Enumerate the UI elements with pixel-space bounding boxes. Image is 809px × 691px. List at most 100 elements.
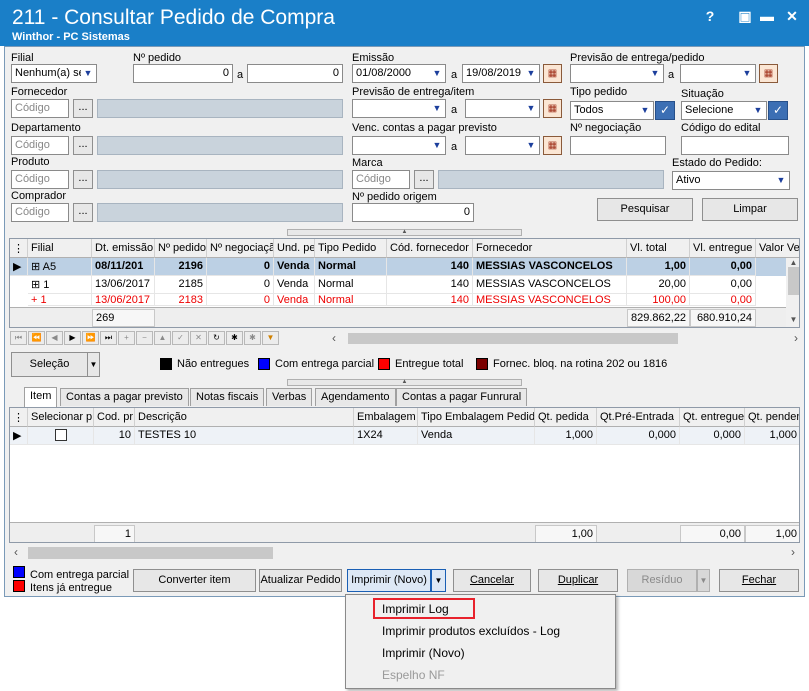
col-header[interactable]: Qt. pendente [745,408,799,427]
previsao-item-from[interactable]: ▼ [352,99,446,118]
nav-post-icon[interactable]: ✓ [172,331,189,345]
calendar-icon[interactable]: ▦ [543,99,562,118]
nav-last-icon[interactable]: ⏭ [100,331,117,345]
menu-item-imprimir-novo[interactable]: Imprimir (Novo) [382,646,465,660]
col-header[interactable]: Dt. emissão [92,239,155,258]
nav-goto-bookmark-icon[interactable]: ✱ [244,331,261,345]
nav-delete-icon[interactable]: − [136,331,153,345]
nav-next-page-icon[interactable]: ⏩ [82,331,99,345]
nav-refresh-icon[interactable]: ↻ [208,331,225,345]
calendar-icon[interactable]: ▦ [543,64,562,83]
venc-from[interactable]: ▼ [352,136,446,155]
imprimir-novo-button[interactable]: Imprimir (Novo) [347,569,431,592]
scroll-left-icon[interactable]: ‹ [332,331,336,345]
previsao-pedido-to[interactable]: ▼ [680,64,756,83]
scroll-thumb[interactable] [348,333,678,344]
nav-bookmark-icon[interactable]: ✱ [226,331,243,345]
situacao-check-icon[interactable]: ✓ [768,101,788,120]
tipo-pedido-select[interactable]: Todos ▼ [570,101,654,120]
col-header[interactable]: Tipo Pedido [315,239,387,258]
calendar-icon[interactable]: ▦ [759,64,778,83]
pedido-from-input[interactable]: 0 [133,64,233,83]
scroll-thumb[interactable] [788,267,799,295]
converter-item-button[interactable]: Converter item [133,569,256,592]
pedido-to-input[interactable]: 0 [247,64,343,83]
tipo-pedido-check-icon[interactable]: ✓ [655,101,675,120]
tab-notas-fiscais[interactable]: Notas fiscais [190,388,265,406]
previsao-pedido-from[interactable]: ▼ [570,64,664,83]
menu-item-imprimir-log[interactable]: Imprimir Log [382,602,449,616]
residuo-dropdown-icon[interactable]: ▼ [697,569,710,592]
imprimir-dropdown-icon[interactable]: ▼ [431,569,446,592]
nav-prev-page-icon[interactable]: ⏪ [28,331,45,345]
nav-cancel-icon[interactable]: ✕ [190,331,207,345]
emissao-from-input[interactable]: 01/08/2000 ▼ [352,64,446,83]
col-header[interactable]: Nº pedido [155,239,207,258]
col-header[interactable]: Und. pe [274,239,315,258]
col-header[interactable]: Qt. pedida [535,408,597,427]
menu-item-espelho-nf[interactable]: Espelho NF [382,668,445,682]
restore-icon[interactable]: ▣ [735,6,755,26]
expand-icon[interactable]: ⊞ [31,279,40,291]
selecao-button[interactable]: Seleção [11,352,88,377]
col-header[interactable]: Descrição [135,408,354,427]
comprador-code-input[interactable]: Código [11,203,69,222]
marca-code-input[interactable]: Código [352,170,410,189]
expand-icon[interactable]: ⊞ [31,261,40,273]
tab-funrural[interactable]: Contas a pagar Funrural [396,388,528,406]
nav-edit-icon[interactable]: ▲ [154,331,171,345]
departamento-search-button[interactable]: ... [73,136,93,155]
col-header[interactable]: Selecionar p [28,408,94,427]
atualizar-pedido-button[interactable]: Atualizar Pedido [259,569,342,592]
cancelar-button[interactable]: Cancelar [453,569,531,592]
menu-item-produtos-excluidos[interactable]: Imprimir produtos excluídos - Log [382,624,560,638]
nav-first-icon[interactable]: ⏮ [10,331,27,345]
col-header[interactable]: Filial [28,239,92,258]
tab-agendamento[interactable]: Agendamento [315,388,396,406]
calendar-icon[interactable]: ▦ [543,136,562,155]
tab-verbas[interactable]: Verbas [266,388,313,406]
residuo-button[interactable]: Resíduo [627,569,697,592]
select-checkbox[interactable] [54,429,67,441]
duplicar-button[interactable]: Duplicar [538,569,618,592]
col-header[interactable]: Tipo Embalagem Pedido [418,408,535,427]
pesquisar-button[interactable]: Pesquisar [597,198,693,221]
vertical-scrollbar[interactable]: ▲ ▼ [786,258,799,327]
tab-contas-pagar[interactable]: Contas a pagar previsto [60,388,189,406]
fornecedor-search-button[interactable]: ... [73,99,93,118]
col-header[interactable]: Vl. total [627,239,690,258]
limpar-button[interactable]: Limpar [702,198,798,221]
filial-select[interactable]: Nenhum(a) se ▼ [11,64,97,83]
horizontal-scrollbar[interactable]: ‹ › [10,545,799,561]
nav-next-icon[interactable]: ▶ [64,331,81,345]
emissao-to-input[interactable]: 19/08/2019 ▼ [462,64,540,83]
col-header[interactable]: Embalagem [354,408,418,427]
edital-input[interactable] [681,136,789,155]
grid-menu-icon[interactable]: ⋮ [10,239,28,258]
produto-code-input[interactable]: Código [11,170,69,189]
comprador-search-button[interactable]: ... [73,203,93,222]
scroll-up-icon[interactable]: ▲ [786,258,799,267]
col-header[interactable]: Qt.Pré-Entrada [597,408,680,427]
scroll-left-icon[interactable]: ‹ [14,545,18,559]
col-header[interactable]: Cód. fornecedor [387,239,473,258]
negociacao-input[interactable] [570,136,666,155]
nav-insert-icon[interactable]: + [118,331,135,345]
scroll-thumb[interactable] [28,547,273,559]
col-header[interactable]: Vl. entregue [690,239,756,258]
col-header[interactable]: Qt. entregue [680,408,745,427]
departamento-code-input[interactable]: Código [11,136,69,155]
splitter-handle[interactable]: ▲ [287,379,522,386]
venc-to[interactable]: ▼ [465,136,540,155]
scroll-right-icon[interactable]: › [794,331,798,345]
previsao-item-to[interactable]: ▼ [465,99,540,118]
grid-menu-icon[interactable]: ⋮ [10,408,28,427]
help-icon[interactable]: ? [700,6,720,26]
tab-item[interactable]: Item [24,387,58,407]
fechar-button[interactable]: Fechar [719,569,799,592]
produto-search-button[interactable]: ... [73,170,93,189]
minimize-icon[interactable]: ▬ [757,6,777,26]
col-header[interactable]: Nº negociaçã [207,239,274,258]
nav-prev-icon[interactable]: ◀ [46,331,63,345]
estado-select[interactable]: Ativo ▼ [672,171,790,190]
